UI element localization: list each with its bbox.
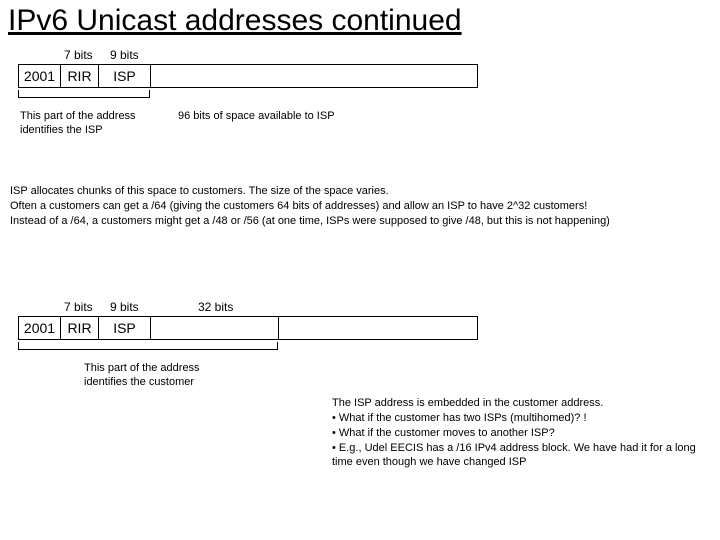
seg-2001-2: 2001 (19, 317, 61, 339)
seg-2001: 2001 (19, 65, 61, 87)
seg-isp: ISP (99, 65, 151, 87)
bits-label-7: 7 bits (64, 48, 93, 62)
bits-label-7-2: 7 bits (64, 300, 93, 314)
seg-space-2 (279, 317, 477, 339)
seg-isp-2: ISP (99, 317, 151, 339)
bits-label-9-2: 9 bits (110, 300, 139, 314)
bracket-customer-prefix (18, 342, 278, 350)
bits-label-32: 32 bits (198, 300, 233, 314)
seg-space (151, 65, 477, 87)
seg-rir: RIR (61, 65, 99, 87)
page-title: IPv6 Unicast addresses continued (0, 0, 720, 40)
address-box-isp: 2001 RIR ISP (18, 64, 478, 88)
caption-96bits: 96 bits of space available to ISP (178, 110, 335, 124)
paragraph-isp-embedded: The ISP address is embedded in the custo… (332, 396, 702, 470)
bracket-isp-prefix (18, 90, 150, 98)
caption-identifies-isp: This part of the address identifies the … (20, 110, 170, 138)
bits-label-9: 9 bits (110, 48, 139, 62)
caption-identifies-customer: This part of the address identifies the … (84, 362, 254, 390)
paragraph-isp-allocates: ISP allocates chunks of this space to cu… (10, 184, 710, 229)
diagram-isp: 7 bits 9 bits 2001 RIR ISP This part of … (0, 48, 720, 168)
seg-customer (151, 317, 279, 339)
seg-rir-2: RIR (61, 317, 99, 339)
address-box-customer: 2001 RIR ISP (18, 316, 478, 340)
